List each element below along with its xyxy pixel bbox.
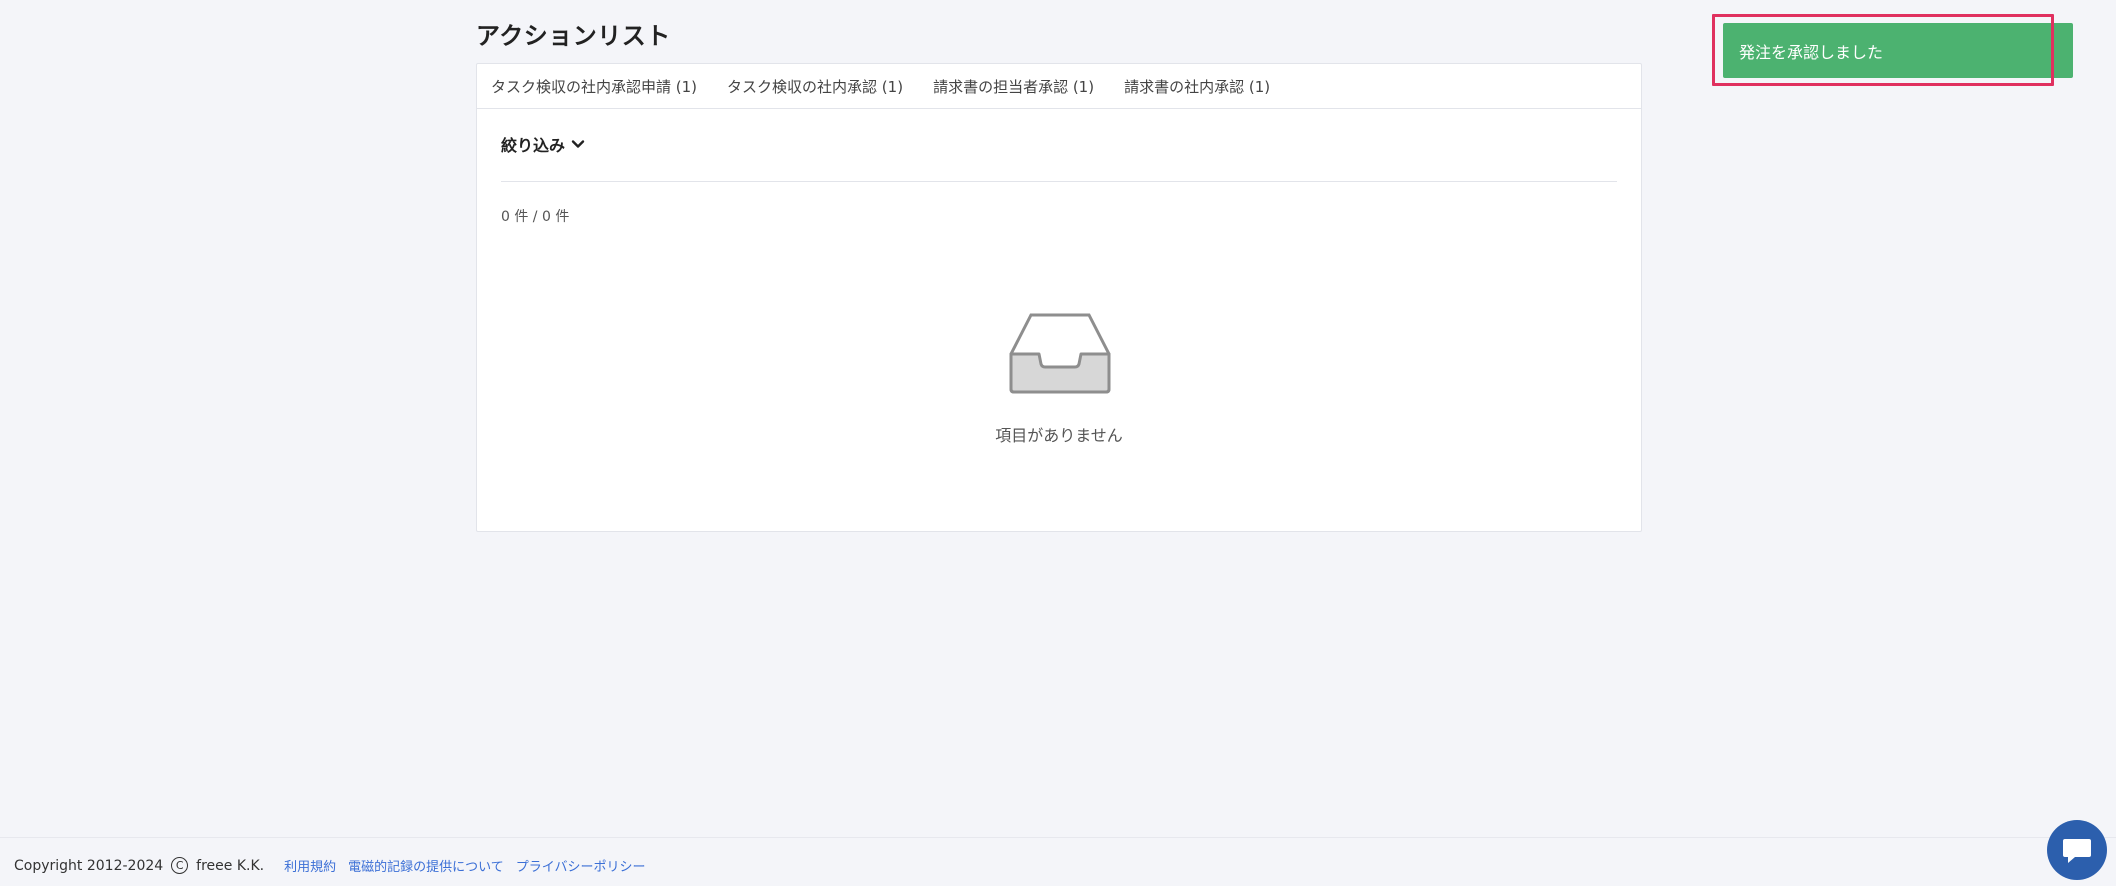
success-toast: 発注を承認しました xyxy=(1723,23,2073,78)
chat-button[interactable] xyxy=(2047,820,2107,880)
toast-message: 発注を承認しました xyxy=(1739,42,1884,62)
electronic-records-link[interactable]: 電磁的記録の提供について xyxy=(348,856,504,875)
tab-task-approval[interactable]: タスク検収の社内承認 (1) xyxy=(727,76,903,97)
tab-invoice-approval[interactable]: 請求書の社内承認 (1) xyxy=(1124,76,1270,97)
chevron-down-icon xyxy=(571,140,585,148)
tab-bar: タスク検収の社内承認申請 (1) タスク検収の社内承認 (1) 請求書の担当者承… xyxy=(477,64,1641,109)
copyright-icon: C xyxy=(171,857,189,874)
action-list-card: タスク検収の社内承認申請 (1) タスク検収の社内承認 (1) 請求書の担当者承… xyxy=(476,63,1642,532)
page-title: アクションリスト xyxy=(476,22,671,50)
tab-invoice-owner-approval[interactable]: 請求書の担当者承認 (1) xyxy=(933,76,1094,97)
tab-task-approval-request[interactable]: タスク検収の社内承認申請 (1) xyxy=(491,76,697,97)
terms-link[interactable]: 利用規約 xyxy=(284,856,336,875)
result-count: 0 件 / 0 件 xyxy=(501,209,570,225)
page: アクションリスト タスク検収の社内承認申請 (1) タスク検収の社内承認 (1)… xyxy=(0,0,2116,886)
copyright-text: Copyright 2012-2024 xyxy=(14,857,164,874)
chat-bubble-icon xyxy=(2063,839,2091,863)
footer-links: 利用規約 電磁的記録の提供について プライバシーポリシー xyxy=(284,856,645,875)
inbox-tray-icon xyxy=(1009,313,1111,394)
company-name: freee K.K. xyxy=(196,857,265,874)
divider xyxy=(501,181,1617,182)
empty-state-text: 項目がありません xyxy=(995,426,1123,445)
filter-toggle[interactable]: 絞り込み xyxy=(501,132,585,156)
footer-divider xyxy=(0,837,2116,838)
filter-label: 絞り込み xyxy=(501,136,566,155)
privacy-policy-link[interactable]: プライバシーポリシー xyxy=(516,856,646,875)
footer: Copyright 2012-2024 C freee K.K. 利用規約 電磁… xyxy=(14,856,646,875)
